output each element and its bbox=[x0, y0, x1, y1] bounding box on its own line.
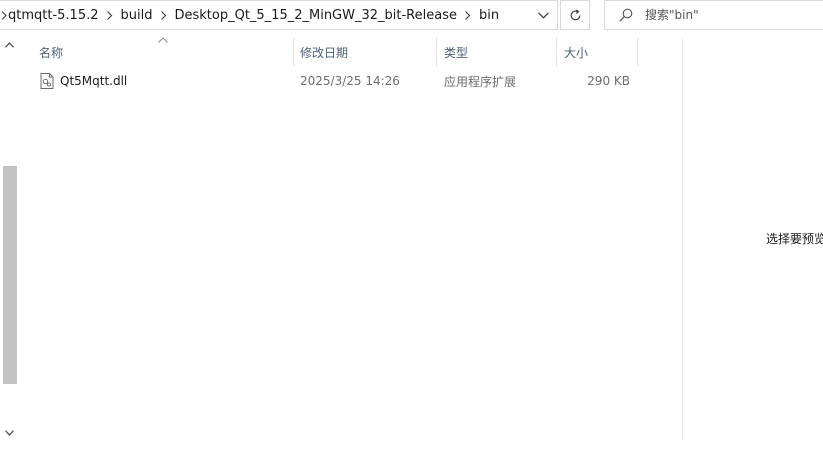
column-divider[interactable] bbox=[637, 38, 638, 66]
column-divider[interactable] bbox=[436, 38, 437, 66]
scroll-thumb[interactable] bbox=[3, 166, 17, 384]
column-header-size[interactable]: 大小 bbox=[564, 38, 637, 66]
column-header-type[interactable]: 类型 bbox=[444, 38, 556, 66]
breadcrumb-item-bin[interactable]: bin bbox=[477, 8, 501, 23]
scroll-up-button[interactable] bbox=[2, 38, 16, 52]
column-divider[interactable] bbox=[556, 38, 557, 66]
column-header-name-label: 名称 bbox=[39, 45, 64, 60]
file-name-cell[interactable]: Qt5Mqtt.dll bbox=[40, 68, 127, 94]
scroll-down-button[interactable] bbox=[2, 426, 16, 440]
chevron-right-icon[interactable] bbox=[459, 10, 477, 20]
file-size: 290 KB bbox=[587, 74, 630, 88]
search-input[interactable] bbox=[645, 8, 795, 22]
file-list-item[interactable]: Qt5Mqtt.dll 2025/3/25 14:26 应用程序扩展 290 K… bbox=[28, 68, 638, 94]
file-date: 2025/3/25 14:26 bbox=[300, 74, 400, 88]
file-name: Qt5Mqtt.dll bbox=[60, 74, 128, 88]
file-type: 应用程序扩展 bbox=[444, 74, 517, 89]
chevron-right-icon[interactable] bbox=[0, 10, 8, 20]
preview-placeholder-text: 选择要预览 bbox=[766, 232, 823, 246]
breadcrumb: qtmqtt-5.15.2 build Desktop_Qt_5_15_2_Mi… bbox=[0, 1, 501, 29]
column-header-type-label: 类型 bbox=[444, 45, 469, 60]
refresh-button[interactable] bbox=[560, 0, 590, 30]
address-bar[interactable]: qtmqtt-5.15.2 build Desktop_Qt_5_15_2_Mi… bbox=[0, 0, 558, 30]
chevron-right-icon[interactable] bbox=[154, 10, 172, 20]
column-header-name[interactable]: 名称 bbox=[39, 38, 293, 66]
chevron-right-icon[interactable] bbox=[101, 10, 119, 20]
breadcrumb-item-qtmqtt[interactable]: qtmqtt-5.15.2 bbox=[8, 8, 101, 23]
chevron-down-icon[interactable] bbox=[529, 1, 557, 29]
column-header-date-label: 修改日期 bbox=[300, 45, 349, 60]
column-header-size-label: 大小 bbox=[564, 45, 589, 60]
column-divider[interactable] bbox=[293, 38, 294, 66]
breadcrumb-item-build[interactable]: build bbox=[119, 8, 155, 23]
refresh-icon bbox=[570, 8, 580, 20]
search-icon bbox=[619, 8, 633, 22]
dll-file-icon bbox=[40, 73, 54, 89]
search-box[interactable] bbox=[604, 0, 823, 30]
preview-pane-divider[interactable] bbox=[682, 38, 683, 440]
vertical-scrollbar[interactable] bbox=[0, 38, 20, 440]
scroll-track[interactable] bbox=[3, 56, 17, 422]
breadcrumb-item-desktop-qt[interactable]: Desktop_Qt_5_15_2_MinGW_32_bit-Release bbox=[172, 8, 459, 23]
column-header-date[interactable]: 修改日期 bbox=[300, 38, 436, 66]
file-explorer-window: qtmqtt-5.15.2 build Desktop_Qt_5_15_2_Mi… bbox=[0, 0, 823, 458]
